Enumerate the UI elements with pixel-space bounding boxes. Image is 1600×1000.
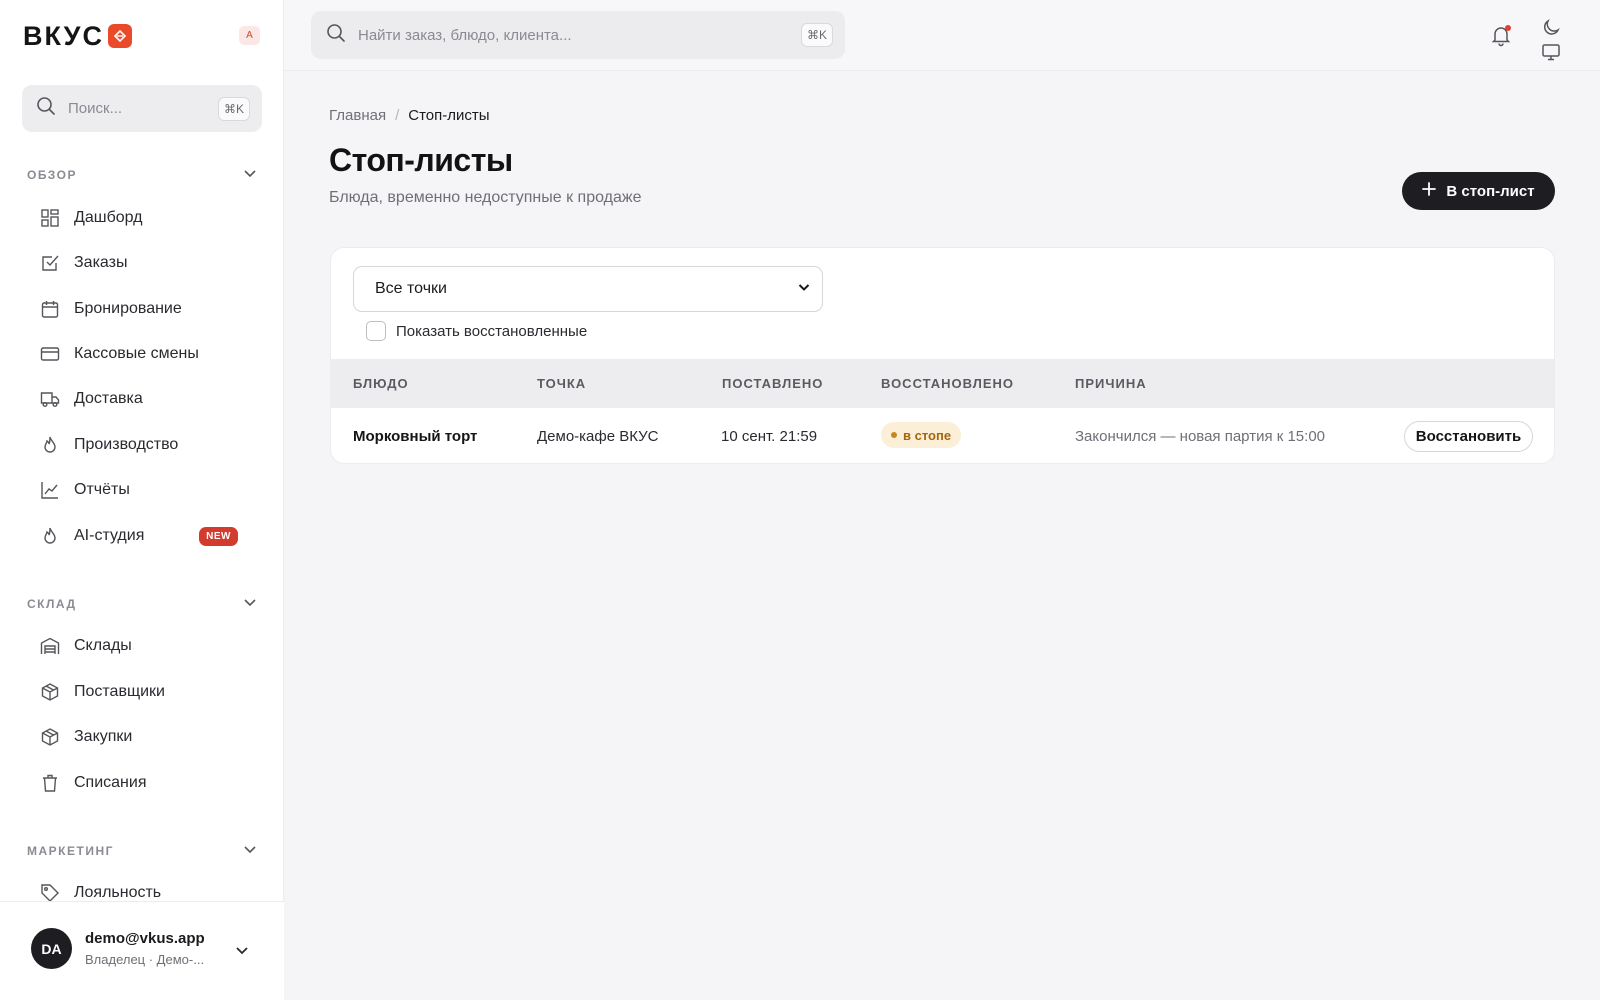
location-select-value: Все точки bbox=[375, 280, 447, 297]
brand-name: ВКУС bbox=[23, 20, 104, 51]
section-marketing-header[interactable]: МАРКЕТИНГ bbox=[27, 841, 257, 861]
sidebar-item-production[interactable]: Производство bbox=[26, 426, 258, 464]
sidebar-item-dashboard[interactable]: Дашборд bbox=[26, 199, 258, 237]
chart-line-icon bbox=[40, 480, 60, 500]
section-overview-header[interactable]: ОБЗОР bbox=[27, 165, 257, 185]
user-menu[interactable]: DA demo@vkus.app Владелец · Демо-... bbox=[0, 901, 284, 1000]
credit-card-icon bbox=[40, 344, 60, 364]
row-dish: Морковный торт bbox=[353, 428, 478, 445]
page-title: Стоп-листы bbox=[329, 142, 513, 178]
search-icon bbox=[326, 23, 346, 48]
sidebar-item-reports[interactable]: Отчёты bbox=[26, 471, 258, 509]
chevron-down-icon bbox=[798, 280, 810, 298]
grid-icon bbox=[40, 208, 60, 228]
section-warehouse-header[interactable]: СКЛАД bbox=[27, 594, 257, 614]
language-badge[interactable]: A bbox=[239, 26, 260, 45]
status-dot bbox=[891, 432, 897, 438]
sidebar-search[interactable]: Поиск... ⌘K bbox=[22, 85, 262, 132]
row-reason: Закончился — новая партия к 15:00 bbox=[1075, 428, 1326, 445]
sidebar-item-suppliers[interactable]: Поставщики bbox=[26, 673, 258, 711]
column-placed[interactable]: ПОСТАВЛЕНО bbox=[722, 376, 823, 391]
warehouse-icon bbox=[40, 636, 60, 656]
show-restored-checkbox[interactable] bbox=[366, 321, 386, 341]
table-header: БЛЮДО ТОЧКА ПОСТАВЛЕНО ВОССТАНОВЛЕНО ПРИ… bbox=[331, 359, 1554, 407]
monitor-icon[interactable] bbox=[1541, 42, 1561, 67]
sidebar-item-orders[interactable]: Заказы bbox=[26, 244, 258, 282]
tag-icon bbox=[40, 883, 60, 903]
logo-mark-icon bbox=[107, 24, 132, 48]
avatar: DA bbox=[31, 928, 72, 969]
add-to-stoplist-button[interactable]: В стоп-лист bbox=[1402, 172, 1555, 210]
column-restored[interactable]: ВОССТАНОВЛЕНО bbox=[881, 376, 1014, 391]
breadcrumb-separator: / bbox=[395, 107, 400, 124]
restore-button[interactable]: Восстановить bbox=[1404, 421, 1533, 452]
sidebar-item-purchases[interactable]: Закупки bbox=[26, 718, 258, 756]
user-role: Владелец · Демо-... bbox=[85, 952, 205, 967]
column-dish[interactable]: БЛЮДО bbox=[353, 376, 409, 391]
package-icon bbox=[40, 727, 60, 747]
status-text: в стопе bbox=[903, 427, 952, 443]
sidebar-item-ai-studio[interactable]: AI-студия NEW bbox=[26, 517, 258, 555]
location-select[interactable]: Все точки bbox=[353, 266, 823, 312]
table-row: Морковный торт Демо-кафе ВКУС 10 сент. 2… bbox=[331, 407, 1554, 463]
sidebar-search-placeholder: Поиск... bbox=[68, 100, 123, 117]
breadcrumb-home[interactable]: Главная bbox=[329, 107, 386, 124]
show-restored-label: Показать восстановленные bbox=[396, 322, 588, 340]
new-badge: NEW bbox=[199, 526, 238, 546]
row-location: Демо-кафе ВКУС bbox=[537, 428, 659, 445]
brand-logo[interactable]: ВКУС bbox=[23, 20, 132, 51]
truck-icon bbox=[40, 389, 60, 409]
global-search[interactable]: Найти заказ, блюдо, клиента... ⌘K bbox=[311, 11, 845, 59]
chevron-down-icon bbox=[243, 842, 257, 861]
trash-icon bbox=[40, 773, 60, 793]
flame-icon bbox=[40, 435, 60, 455]
chevron-down-icon bbox=[243, 166, 257, 185]
sidebar-item-booking[interactable]: Бронирование bbox=[26, 290, 258, 328]
sidebar-item-write-offs[interactable]: Списания bbox=[26, 764, 258, 802]
sidebar-item-warehouses[interactable]: Склады bbox=[26, 627, 258, 665]
column-location[interactable]: ТОЧКА bbox=[537, 376, 586, 391]
flame-icon bbox=[40, 526, 60, 546]
add-button-label: В стоп-лист bbox=[1446, 182, 1535, 200]
plus-icon bbox=[1422, 182, 1437, 200]
sidebar-item-cash-shifts[interactable]: Кассовые смены bbox=[26, 335, 258, 373]
topbar: Найти заказ, блюдо, клиента... ⌘K bbox=[284, 0, 1600, 71]
search-icon bbox=[36, 96, 56, 121]
shortcut-badge: ⌘K bbox=[217, 96, 250, 121]
user-email: demo@vkus.app bbox=[85, 930, 205, 947]
stoplist-card: Все точки Показать восстановленные БЛЮДО… bbox=[330, 247, 1555, 464]
show-restored-toggle[interactable]: Показать восстановленные bbox=[366, 321, 587, 341]
package-icon bbox=[40, 682, 60, 702]
page-subtitle: Блюда, временно недоступные к продаже bbox=[329, 189, 642, 206]
sidebar-item-delivery[interactable]: Доставка bbox=[26, 380, 258, 418]
calendar-icon bbox=[40, 299, 60, 319]
column-reason[interactable]: ПРИЧИНА bbox=[1075, 376, 1147, 391]
sidebar: ВКУС A Поиск... ⌘K ОБЗОР Дашборд Заказы … bbox=[0, 0, 284, 1000]
notification-dot bbox=[1505, 25, 1511, 31]
global-search-placeholder: Найти заказ, блюдо, клиента... bbox=[358, 26, 572, 44]
shortcut-badge: ⌘K bbox=[800, 23, 833, 47]
row-placed: 10 сент. 21:59 bbox=[721, 428, 818, 445]
breadcrumb: Главная / Стоп-листы bbox=[329, 107, 490, 124]
check-square-icon bbox=[40, 253, 60, 273]
chevron-down-icon bbox=[243, 595, 257, 614]
status-badge: в стопе bbox=[881, 422, 962, 448]
breadcrumb-current: Стоп-листы bbox=[408, 107, 490, 124]
chevron-down-icon[interactable] bbox=[234, 942, 250, 963]
bell-icon[interactable] bbox=[1489, 23, 1513, 47]
moon-icon[interactable] bbox=[1541, 18, 1561, 43]
